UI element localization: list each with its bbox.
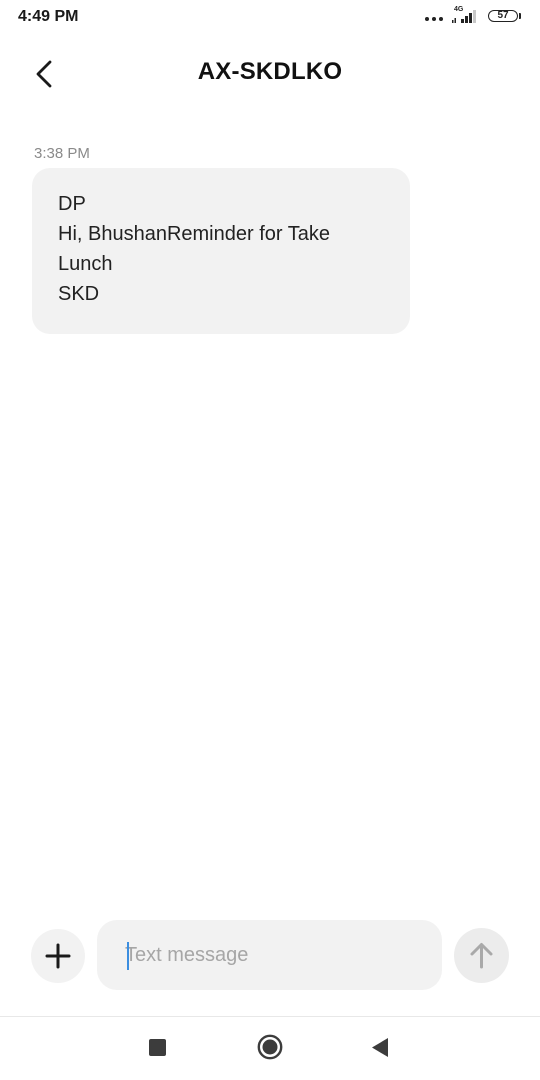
message-line: DP [58, 193, 86, 215]
back-button[interactable] [24, 52, 64, 96]
plus-icon [45, 943, 71, 969]
battery-icon: 57 [488, 10, 518, 22]
status-bar: 4:49 PM 4G 57 [0, 0, 540, 34]
text-cursor [127, 942, 129, 970]
message-line: SKD [58, 283, 100, 305]
message-bubble[interactable]: DP Hi, BhushanReminder for Take Lunch SK… [32, 168, 410, 334]
send-button[interactable] [454, 928, 509, 983]
nav-divider [0, 1016, 540, 1017]
more-dots-icon [425, 17, 445, 23]
signal-icon [452, 10, 476, 23]
arrow-up-icon [470, 943, 493, 969]
message-input[interactable] [125, 920, 425, 990]
chevron-left-icon [36, 60, 52, 88]
page-title: AX-SKDLKO [197, 58, 343, 85]
battery-level: 57 [497, 10, 509, 21]
message-line: Hi, BhushanReminder for Take [58, 223, 330, 245]
recents-square-icon[interactable] [149, 1039, 166, 1056]
message-timestamp: 3:38 PM [34, 145, 90, 162]
battery-tip [519, 13, 521, 19]
message-composer[interactable] [97, 920, 442, 990]
status-time: 4:49 PM [18, 8, 79, 25]
message-line: Lunch [58, 253, 113, 275]
add-attachment-button[interactable] [31, 929, 85, 983]
back-triangle-icon[interactable] [370, 1037, 390, 1058]
home-circle-icon[interactable] [257, 1034, 283, 1060]
